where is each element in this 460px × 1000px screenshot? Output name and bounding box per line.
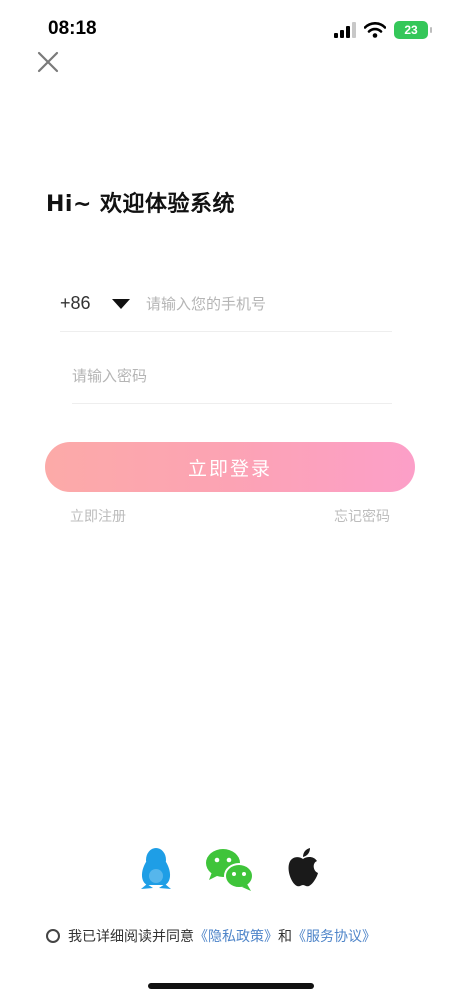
battery-level: 23: [404, 23, 418, 37]
qq-icon: [141, 848, 171, 889]
qq-login-button[interactable]: [138, 846, 174, 894]
social-login-row: [0, 846, 460, 896]
close-icon: [37, 51, 59, 73]
agreement-row: 我已详细阅读并同意 《隐私政策》 和 《服务协议》: [46, 926, 376, 946]
forgot-password-link[interactable]: 忘记密码: [334, 506, 390, 526]
status-bar: 08:18 23: [0, 0, 460, 56]
cellular-signal-icon: [334, 22, 356, 38]
home-indicator: [148, 983, 314, 989]
password-input[interactable]: [72, 355, 392, 396]
country-code-dropdown[interactable]: [106, 294, 136, 314]
phone-row: +86: [60, 276, 392, 332]
privacy-policy-link[interactable]: 《隐私政策》: [194, 926, 278, 946]
agreement-conjunction: 和: [278, 929, 292, 945]
close-button[interactable]: [34, 48, 62, 76]
caret-down-icon: [112, 298, 130, 309]
page-title: Hi~ 欢迎体验系统: [46, 192, 236, 217]
battery-icon: 23: [394, 21, 432, 39]
password-row: [72, 348, 392, 404]
register-link[interactable]: 立即注册: [70, 506, 126, 526]
login-button[interactable]: 立即登录: [45, 442, 415, 492]
agreement-text: 我已详细阅读并同意: [68, 929, 194, 945]
wechat-login-button[interactable]: [204, 846, 256, 896]
wifi-icon: [364, 22, 386, 38]
apple-icon: [288, 848, 318, 887]
wechat-icon: [206, 849, 254, 891]
apple-login-button[interactable]: [285, 846, 321, 894]
status-icons: 23: [334, 20, 432, 40]
country-code[interactable]: +86: [60, 293, 106, 314]
phone-input[interactable]: [146, 283, 392, 324]
status-time: 08:18: [48, 18, 97, 39]
service-agreement-link[interactable]: 《服务协议》: [292, 926, 376, 946]
agreement-checkbox[interactable]: [46, 929, 60, 943]
